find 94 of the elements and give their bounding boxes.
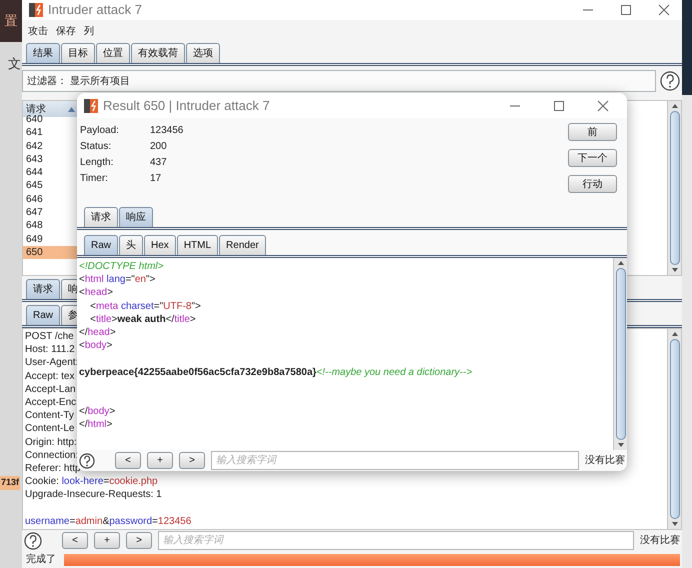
scroll-down-icon[interactable] [670, 267, 678, 273]
request-line: User-Agent: [25, 356, 78, 370]
tab[interactable]: 请求 [84, 207, 118, 227]
field-label: Status: [80, 140, 112, 154]
code-line: </html> [79, 418, 112, 432]
code-line: </body> [79, 405, 116, 418]
scroll-down-icon[interactable] [616, 442, 624, 448]
match-count-label: 没有比赛 [640, 534, 680, 548]
table-row[interactable]: 645 [23, 179, 78, 193]
table-row[interactable]: 643 [23, 152, 78, 166]
action-button[interactable]: 行动 [568, 175, 617, 193]
menu-item[interactable]: 列 [84, 24, 94, 39]
help-icon[interactable] [24, 532, 42, 550]
scroll-up-icon[interactable] [670, 103, 678, 109]
search-nav-button[interactable]: + [147, 452, 173, 469]
request-line: username=admin&password=123456 [25, 514, 192, 528]
tab[interactable]: 有效载荷 [131, 43, 185, 63]
background-text: 713f [0, 476, 20, 490]
close-icon[interactable] [597, 100, 609, 112]
table-row[interactable]: 641 [23, 126, 78, 140]
request-line: Host: 111.2 [25, 343, 75, 356]
help-icon[interactable] [79, 452, 95, 468]
help-icon[interactable] [660, 71, 680, 91]
request-line: Accept-Lan [25, 382, 76, 396]
request-line: Accept-Enc [25, 396, 76, 410]
action-button[interactable]: 前 [568, 123, 617, 141]
request-line: Content-Ty [25, 409, 74, 422]
request-line: Content-Le [25, 422, 74, 436]
tab[interactable]: 响应 [119, 207, 153, 227]
code-line: </head> [79, 326, 116, 340]
window-title: Result 650 | Intruder attack 7 [103, 96, 270, 115]
request-line: Origin: http: [25, 436, 77, 449]
tab[interactable]: 目标 [61, 43, 95, 63]
field-value: 17 [150, 172, 162, 186]
table-row[interactable]: 646 [23, 192, 78, 206]
code-line: <body> [79, 339, 112, 352]
window-title: Intruder attack 7 [48, 1, 142, 20]
tab[interactable]: 头 [119, 235, 144, 255]
app-logo-icon [83, 98, 99, 114]
maximize-icon[interactable] [553, 100, 565, 112]
request-line: Upgrade-Insecure-Requests: 1 [25, 488, 162, 502]
table-row[interactable]: 649 [23, 232, 78, 246]
field-value: 200 [150, 140, 168, 154]
scrollbar-thumb[interactable] [670, 339, 680, 519]
tab[interactable]: 结果 [26, 43, 60, 63]
scroll-up-icon[interactable] [616, 260, 624, 266]
code-line: cyberpeace{42255aabe0f56ac5cfa732e9b8a7580a}<!--maybe you need a dictionary--> [79, 366, 472, 379]
table-row[interactable]: 648 [23, 219, 78, 233]
table-row[interactable]: 647 [23, 206, 78, 220]
sort-icon [68, 106, 75, 112]
scrollbar-thumb[interactable] [670, 111, 680, 265]
match-count-label: 没有比赛 [585, 454, 625, 468]
code-line: <title>weak auth</title> [89, 312, 196, 326]
tab[interactable]: 位置 [96, 43, 130, 63]
tab[interactable]: Hex [144, 235, 176, 255]
scroll-up-icon[interactable] [670, 331, 678, 337]
tab[interactable]: Raw [26, 305, 60, 325]
close-icon[interactable] [658, 4, 670, 16]
search-field[interactable]: 输入搜索字词 [158, 531, 634, 550]
search-nav-button[interactable]: > [126, 532, 152, 549]
request-line: Accept: tex [25, 370, 74, 383]
code-line: <!DOCTYPE html> [79, 260, 164, 274]
menu-item[interactable]: 保存 [56, 24, 76, 39]
tab[interactable]: 请求 [26, 279, 60, 299]
field-value: 123456 [150, 124, 184, 138]
field-label: Timer: [80, 172, 109, 186]
tab[interactable]: HTML [176, 235, 218, 255]
background-text: 置 [4, 12, 18, 30]
background-text: 文 [8, 55, 21, 73]
search-nav-button[interactable]: < [62, 532, 88, 549]
menu-item[interactable]: 攻击 [28, 24, 48, 39]
search-nav-button[interactable]: > [179, 452, 205, 469]
scrollbar-thumb[interactable] [616, 268, 626, 440]
table-row[interactable]: 644 [23, 166, 78, 180]
tab[interactable]: 选项 [186, 43, 220, 63]
maximize-icon[interactable] [620, 4, 632, 16]
field-label: Length: [80, 156, 114, 170]
request-line: Connection: [25, 448, 78, 462]
code-line: <meta charset="UTF-8"> [89, 300, 201, 313]
request-line: Cookie: look-here=cookie.php [25, 475, 158, 488]
request-line: POST /che [25, 330, 74, 344]
field-value: 437 [150, 156, 168, 170]
search-nav-button[interactable]: + [94, 532, 120, 549]
table-row[interactable]: 650 [23, 246, 78, 260]
search-field[interactable]: 输入搜索字词 [211, 451, 579, 470]
tab[interactable]: Render [219, 235, 266, 255]
action-button[interactable]: 下一个 [568, 149, 617, 167]
scroll-down-icon[interactable] [670, 521, 678, 527]
table-row[interactable]: 642 [23, 140, 78, 153]
field-label: Payload: [80, 124, 120, 138]
search-nav-button[interactable]: < [115, 452, 141, 469]
status-text: 完成了 [26, 552, 56, 567]
filter-bar[interactable]: 过滤器： 显示所有项目 [22, 70, 656, 92]
tab[interactable]: Raw [84, 235, 118, 255]
